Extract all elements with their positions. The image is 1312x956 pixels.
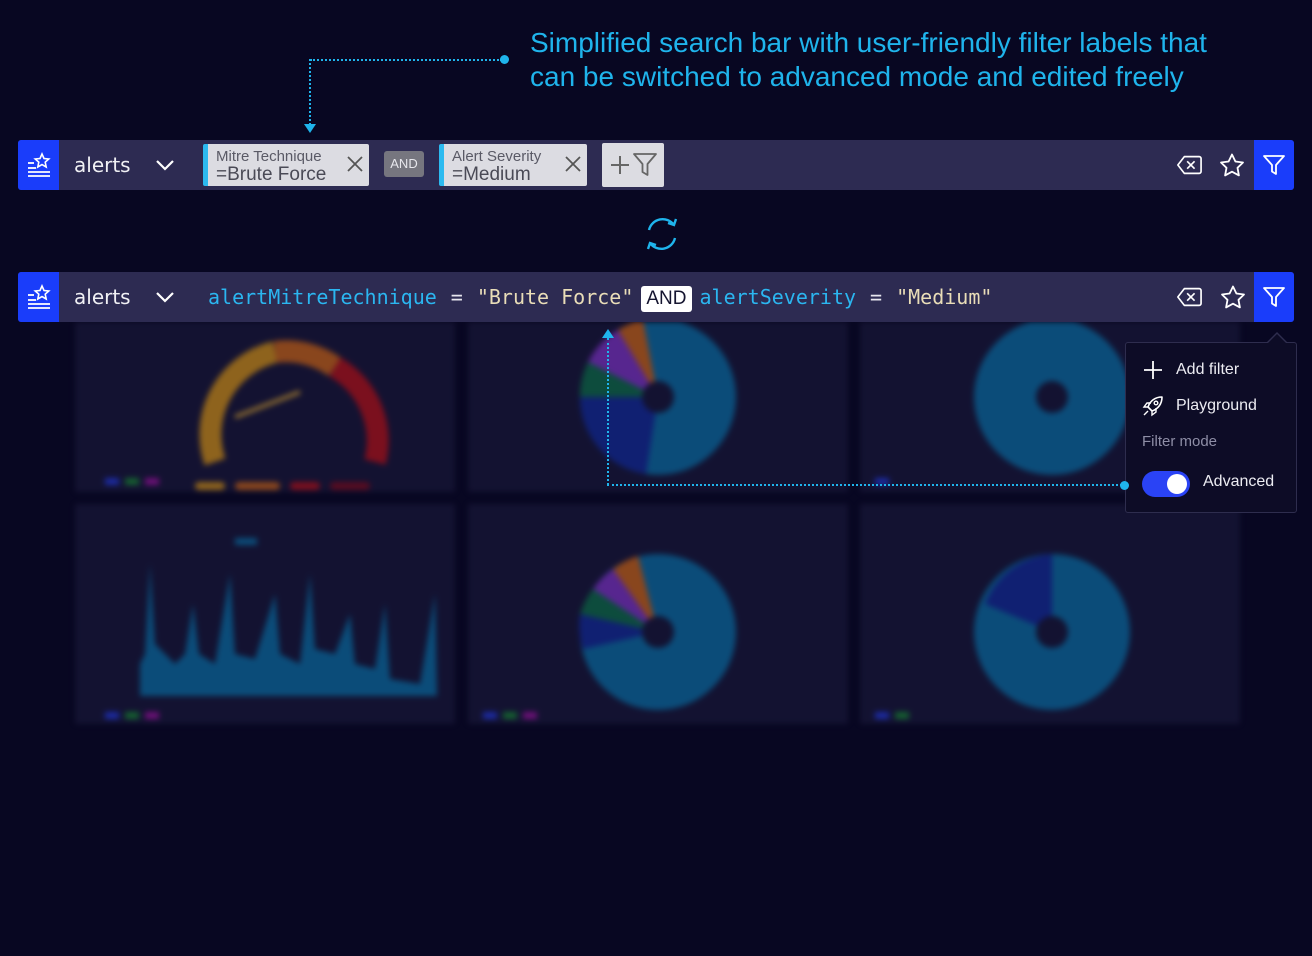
add-filter-label: Add filter [1176, 361, 1240, 378]
playground-label: Playground [1176, 397, 1257, 414]
backspace-icon[interactable] [1176, 153, 1202, 177]
plus-filter-icon [611, 153, 657, 176]
query-field-2: alertSeverity [699, 285, 857, 309]
add-filter-button[interactable] [602, 143, 664, 187]
histogram-chart [105, 538, 437, 719]
chip-key: Mitre Technique [216, 148, 322, 165]
index-selector-button[interactable] [18, 272, 59, 322]
query-field-1: alertMitreTechnique [208, 285, 437, 309]
filter-icon [1263, 155, 1285, 175]
panel-pie-4 [860, 504, 1240, 724]
annotation-dot-bottom [1120, 481, 1129, 490]
advanced-mode-toggle[interactable] [1142, 471, 1190, 497]
query-boolean-operator: AND [641, 286, 692, 312]
annotation-connector-bottom-vertical [607, 338, 609, 485]
favorite-list-icon [27, 152, 51, 177]
panel-pie-3 [468, 504, 848, 724]
filter-menu-button[interactable] [1254, 140, 1294, 190]
chip-value: =Medium [452, 164, 531, 185]
annotation-arrow-up [602, 329, 614, 338]
query-operator-2: = [870, 285, 883, 309]
index-name[interactable]: alerts [74, 140, 131, 190]
filter-menu-button[interactable] [1254, 272, 1294, 322]
filter-mode-heading: Filter mode [1142, 433, 1218, 450]
index-selector-button[interactable] [18, 140, 59, 190]
star-icon[interactable] [1219, 153, 1245, 177]
simple-search-bar: alerts Mitre Technique =Brute Force AND … [18, 140, 1294, 190]
rocket-icon [1142, 396, 1163, 417]
chevron-down-icon[interactable] [154, 287, 176, 307]
annotation-connector-top [310, 59, 502, 61]
panel-gauge [75, 322, 455, 492]
backspace-icon[interactable] [1176, 285, 1202, 309]
panel-pie-1 [468, 319, 848, 492]
playground-menu-item[interactable]: Playground [1142, 394, 1257, 418]
plus-icon [1144, 361, 1162, 379]
annotation-connector-top-vertical [309, 59, 311, 125]
operator-chip[interactable]: AND [384, 151, 424, 177]
annotation-connector-bottom [607, 484, 1122, 486]
advanced-mode-label: Advanced [1203, 473, 1275, 490]
annotation-arrow-down [304, 124, 316, 133]
remove-chip-icon[interactable] [346, 155, 364, 173]
query-value-1: "Brute Force" [476, 285, 634, 309]
filter-chip-alert-severity[interactable]: Alert Severity =Medium [439, 144, 587, 186]
menu-pointer-inner [1268, 334, 1286, 343]
panel-histogram [75, 504, 455, 724]
query-input[interactable]: alertMitreTechnique = "Brute Force" AND aler… [208, 272, 992, 322]
filter-chip-mitre-technique[interactable]: Mitre Technique =Brute Force [203, 144, 369, 186]
toggle-knob [1167, 474, 1187, 494]
annotation-line-2: can be switched to advanced mode and edi… [530, 61, 1184, 92]
chip-value: =Brute Force [216, 164, 327, 185]
query-operator-1: = [450, 285, 463, 309]
pie-chart [579, 319, 736, 475]
pie-chart [875, 554, 1130, 719]
star-icon[interactable] [1220, 285, 1246, 309]
advanced-search-bar: alerts alertMitreTechnique = "Brute Force"… [18, 272, 1294, 322]
gauge-chart [105, 340, 389, 490]
filter-menu: Add filter Playground Filter mode Advanc… [1125, 342, 1297, 513]
sync-icon [646, 218, 678, 250]
annotation-line-1: Simplified search bar with user-friendly… [530, 27, 1207, 58]
pie-chart [483, 554, 736, 719]
index-name[interactable]: alerts [74, 272, 131, 322]
dashboard-background [50, 319, 1270, 772]
filter-icon [1263, 287, 1285, 307]
chip-key: Alert Severity [452, 148, 542, 165]
add-filter-menu-item[interactable]: Add filter [1142, 358, 1239, 382]
remove-chip-icon[interactable] [564, 155, 582, 173]
query-value-2: "Medium" [896, 285, 993, 309]
chevron-down-icon[interactable] [154, 155, 176, 175]
annotation-text: Simplified search bar with user-friendly… [530, 26, 1290, 94]
favorite-list-icon [27, 284, 51, 309]
